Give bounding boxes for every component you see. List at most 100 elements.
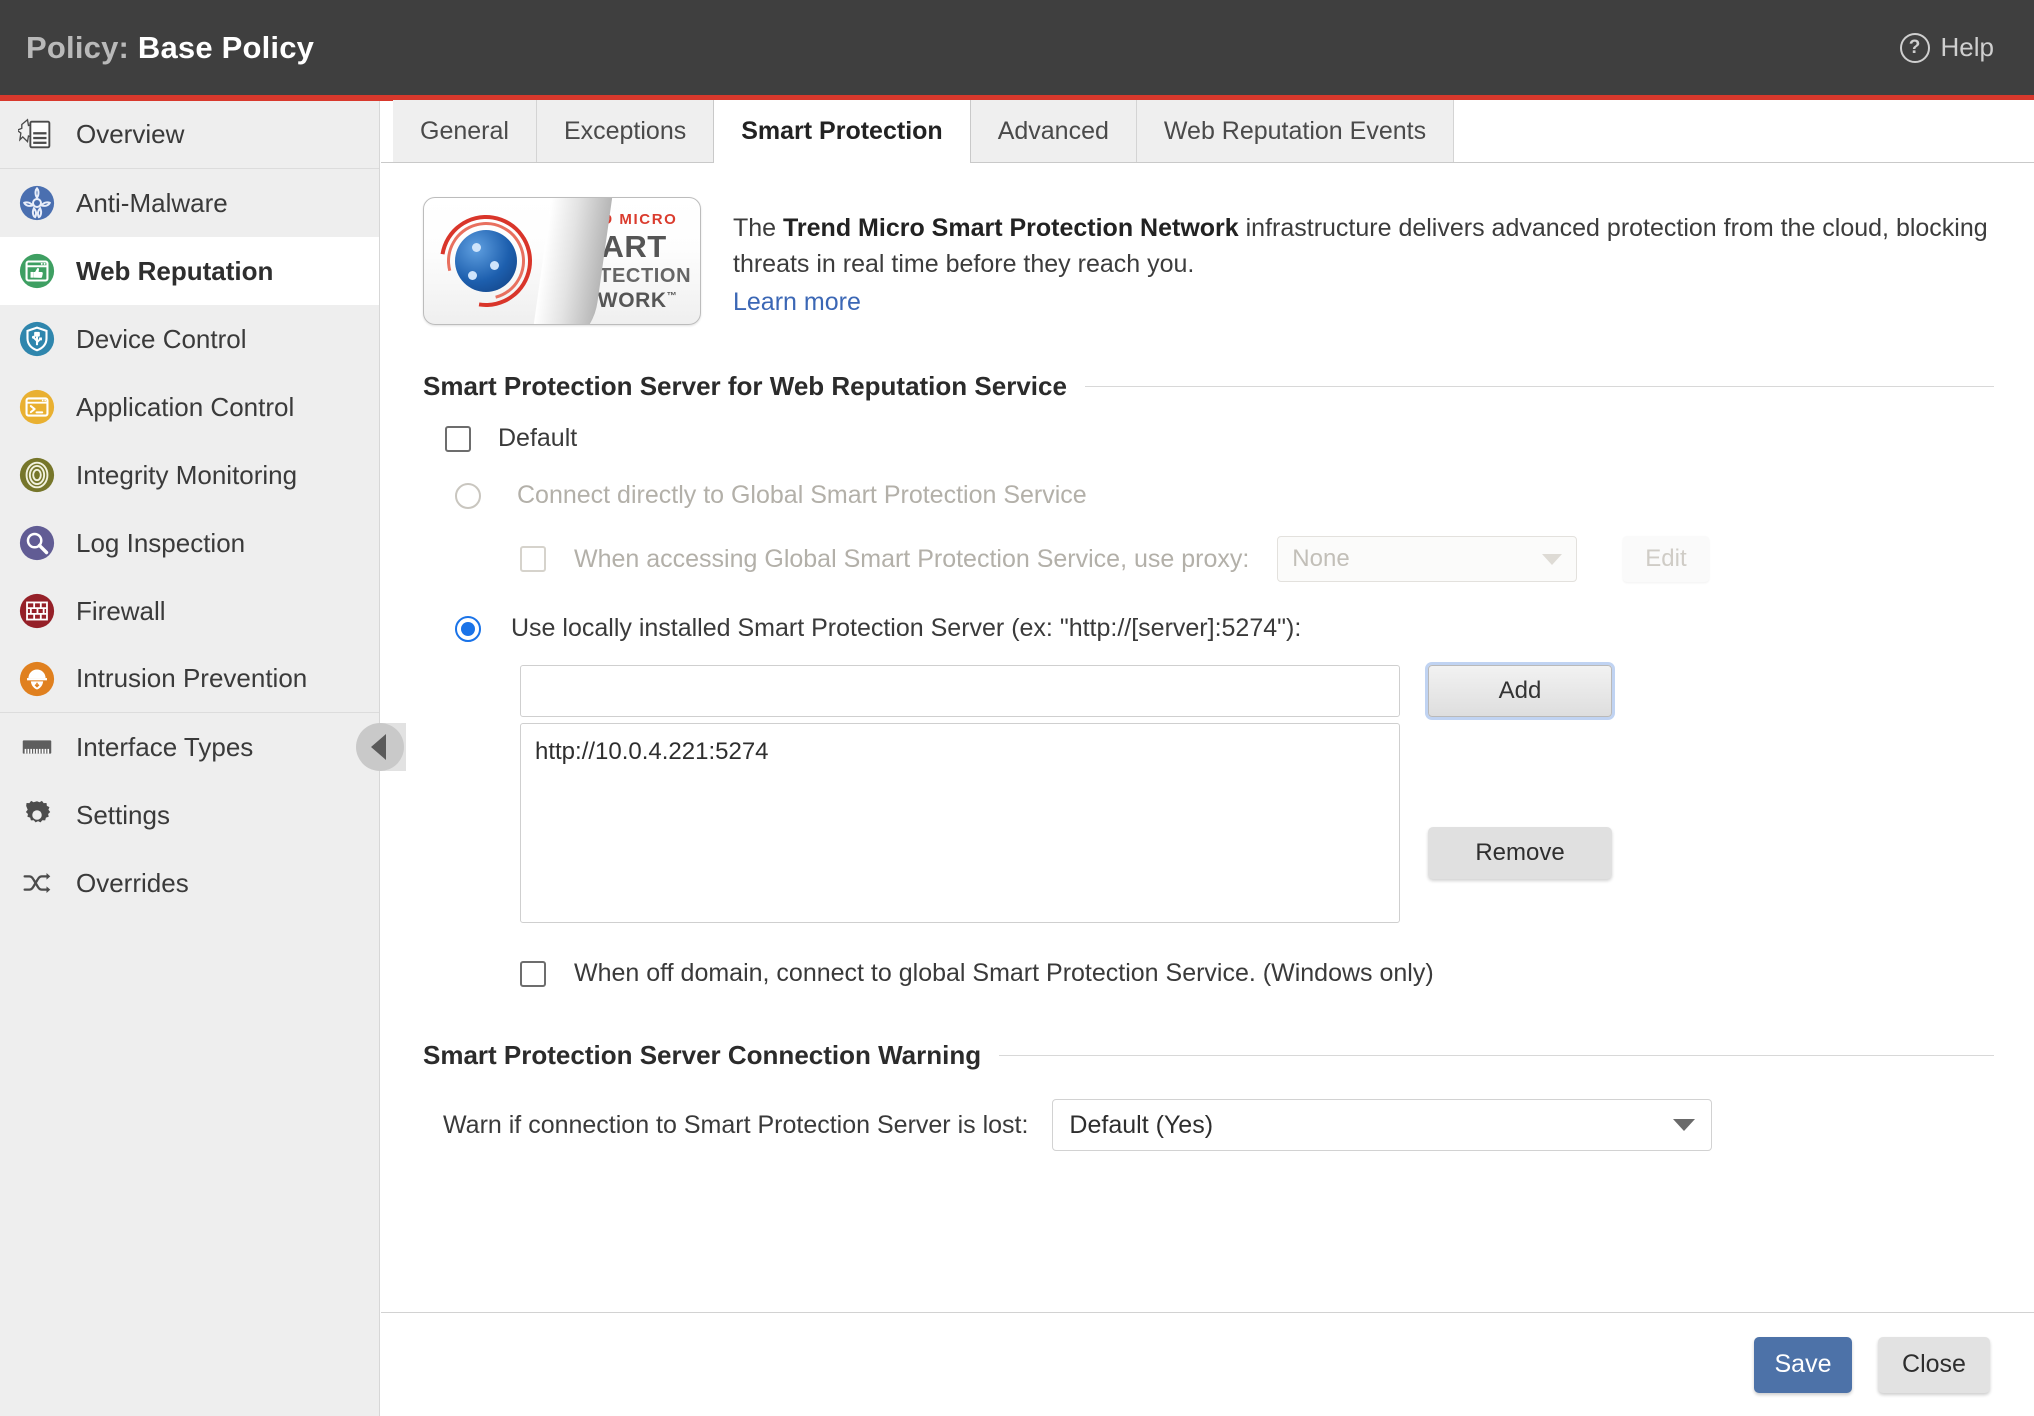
smart-protection-network-logo: TREND MICRO SMART PROTECTION NETWORK™ [423,197,701,325]
gear-icon [18,796,56,834]
tab-general[interactable]: General [393,100,537,162]
global-service-radio[interactable] [455,482,481,509]
banner-copy: The Trend Micro Smart Protection Network… [733,197,1994,317]
tab-smart-protection[interactable]: Smart Protection [713,100,971,163]
main-panel: General Exceptions Smart Protection Advance… [381,100,2034,1416]
sidebar-item-label: Intrusion Prevention [76,663,308,693]
warning-section-title: Smart Protection Server Connection Warni… [423,1040,982,1070]
sidebar-item-log-inspection[interactable]: Log Inspection [0,509,379,577]
biohazard-icon [18,184,56,222]
section-divider [1084,386,1994,387]
sidebar-item-label: Application Control [76,391,295,422]
banner-paragraph: The Trend Micro Smart Protection Network… [733,211,1994,282]
sidebar-item-label: Overview [76,119,185,149]
default-row: Default [423,424,1994,453]
sidebar-item-settings[interactable]: Settings [0,781,379,849]
sidebar-item-application-control[interactable]: Application Control [0,373,379,441]
save-button[interactable]: Save [1754,1336,1852,1393]
sidebar-item-device-control[interactable]: Device Control [0,305,379,373]
add-server-button[interactable]: Add [1428,665,1612,717]
policy-editor-window: Policy: Base Policy ? Help Overview Anti-… [0,0,2034,1416]
proxy-select-value: None [1292,545,1350,572]
question-circle-icon: ? [1899,32,1930,63]
server-section-title: Smart Protection Server for Web Reputati… [423,371,1067,401]
sidebar-item-label: Firewall [76,595,166,626]
logo-trademark: ™ [666,290,678,302]
tab-web-reputation-events[interactable]: Web Reputation Events [1136,100,1455,162]
smart-protection-banner: TREND MICRO SMART PROTECTION NETWORK™ Th… [423,197,1994,325]
local-server-row: Use locally installed Smart Protection S… [423,614,1994,643]
help-label: Help [1940,32,1994,62]
help-button[interactable]: ? Help [1899,32,1994,63]
sidebar-item-overview[interactable]: Overview [0,101,379,169]
server-list-area: http://10.0.4.221:5274 Add Remove [423,665,1994,923]
warning-row: Warn if connection to Smart Protection S… [423,1099,1994,1151]
off-domain-checkbox[interactable] [520,960,546,987]
chevron-down-icon [1542,553,1563,565]
proxy-select[interactable]: None [1277,536,1578,582]
shuffle-arrows-icon [18,864,56,902]
tab-bar: General Exceptions Smart Protection Advance… [381,100,2034,163]
terminal-window-icon [18,388,56,426]
banner-text-before: The [733,214,784,242]
overview-burst-document-icon [18,116,56,154]
learn-more-link[interactable]: Learn more [733,288,861,317]
sidebar-item-label: Anti-Malware [76,187,228,218]
page-title: Policy: Base Policy [26,30,314,66]
proxy-label: When accessing Global Smart Protection S… [574,544,1250,573]
server-url-list[interactable]: http://10.0.4.221:5274 [520,723,1400,923]
network-card-icon [18,728,56,766]
helmet-shield-icon [18,660,56,698]
proxy-edit-button[interactable]: Edit [1623,536,1709,582]
warning-select-value: Default (Yes) [1069,1110,1214,1139]
sidebar-item-firewall[interactable]: Firewall [0,577,379,645]
module-sidebar: Overview Anti-Malware Web Reputation Device… [0,101,380,1416]
local-server-label: Use locally installed Smart Protection S… [511,614,1302,642]
sidebar-item-web-reputation[interactable]: Web Reputation [0,237,379,305]
sidebar-item-label: Device Control [76,323,247,354]
warning-label: Warn if connection to Smart Protection S… [443,1110,1029,1139]
sidebar-collapse-handle[interactable] [356,723,404,771]
global-service-row: Connect directly to Global Smart Protect… [423,481,1994,510]
default-label: Default [498,424,578,452]
tab-advanced[interactable]: Advanced [970,100,1137,162]
server-list-actions: Add Remove [1428,665,1628,923]
off-domain-row: When off domain, connect to global Smart… [423,959,1994,988]
warning-select[interactable]: Default (Yes) [1052,1099,1713,1151]
page-title-label: Policy: [26,29,130,65]
window-header: Policy: Base Policy ? Help [0,0,2034,95]
section-divider [999,1055,1994,1056]
tab-content-smart-protection: TREND MICRO SMART PROTECTION NETWORK™ Th… [381,163,2034,1353]
dialog-footer: Save Close [381,1312,2034,1416]
tab-exceptions[interactable]: Exceptions [536,100,715,162]
browser-thumbsup-icon [18,252,56,290]
sidebar-item-label: Interface Types [76,731,254,762]
magnifier-icon [18,524,56,562]
page-title-value: Base Policy [137,29,315,65]
sidebar-item-intrusion-prevention[interactable]: Intrusion Prevention [0,645,379,713]
sidebar-item-label: Integrity Monitoring [76,459,298,490]
sidebar-item-label: Overrides [76,867,189,898]
chevron-left-icon [370,734,386,760]
sidebar-item-label: Web Reputation [76,255,274,286]
proxy-checkbox[interactable] [520,546,546,572]
local-server-radio[interactable] [455,615,481,642]
sidebar-item-anti-malware[interactable]: Anti-Malware [0,169,379,237]
server-list-item[interactable]: http://10.0.4.221:5274 [535,734,1385,770]
remove-server-button[interactable]: Remove [1428,827,1612,879]
sidebar-item-integrity-monitoring[interactable]: Integrity Monitoring [0,441,379,509]
default-checkbox[interactable] [445,425,471,452]
fingerprint-icon [18,456,56,494]
chevron-down-icon [1673,1119,1696,1131]
sidebar-item-overrides[interactable]: Overrides [0,849,379,917]
banner-text-bold: Trend Micro Smart Protection Network [783,214,1239,242]
brick-wall-icon [18,592,56,630]
sidebar-item-interface-types[interactable]: Interface Types [0,713,379,781]
proxy-row: When accessing Global Smart Protection S… [423,536,1994,582]
off-domain-label: When off domain, connect to global Smart… [574,959,1434,987]
close-button[interactable]: Close [1878,1336,1990,1393]
server-url-input[interactable] [520,665,1400,717]
warning-section-header: Smart Protection Server Connection Warni… [423,1040,1994,1071]
sidebar-item-label: Log Inspection [76,527,246,558]
server-list-left: http://10.0.4.221:5274 [520,665,1400,923]
